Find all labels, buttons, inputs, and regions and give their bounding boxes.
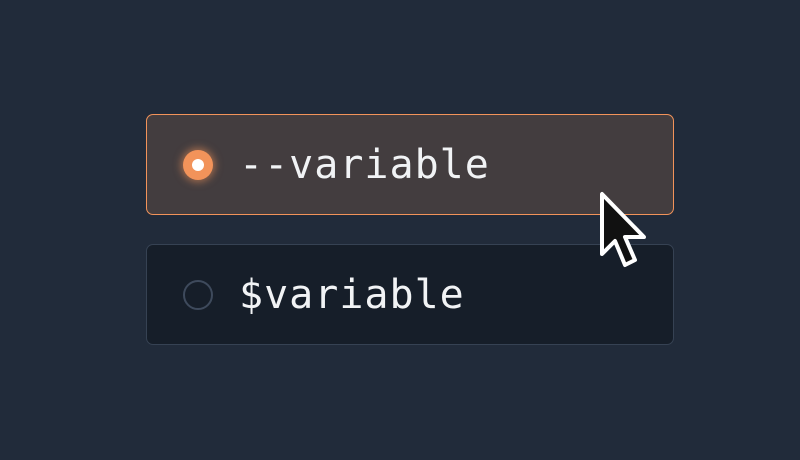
option-label: $variable (239, 271, 465, 318)
radio-dot (192, 158, 204, 171)
radio-selected-icon[interactable] (183, 149, 213, 180)
mouse-pointer-icon (600, 192, 646, 267)
radio-unselected-icon[interactable] (183, 279, 213, 310)
radio-option-scss-variable[interactable]: $variable (146, 244, 674, 345)
option-label: --variable (239, 141, 490, 188)
radio-option-css-variable[interactable]: --variable (146, 114, 674, 215)
